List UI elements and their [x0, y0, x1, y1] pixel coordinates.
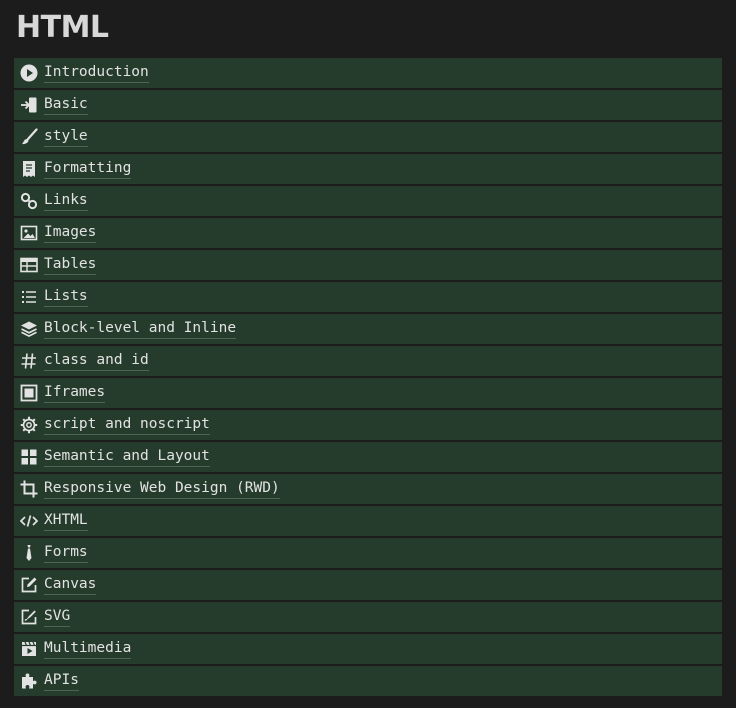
menu-item-apis[interactable]: APIs	[14, 666, 722, 696]
menu-item-images[interactable]: Images	[14, 218, 722, 248]
menu-item-label[interactable]: Block-level and Inline	[44, 319, 237, 339]
list-icon	[14, 282, 44, 312]
menu-item-svg[interactable]: SVG	[14, 602, 722, 632]
menu-item-label[interactable]: XHTML	[44, 511, 88, 531]
menu-item-label[interactable]: Responsive Web Design (RWD)	[44, 479, 280, 499]
menu-item-label[interactable]: Iframes	[44, 383, 106, 403]
tie-icon	[14, 538, 44, 568]
menu-item-label[interactable]: Links	[44, 191, 88, 211]
menu-item-script-and-noscript[interactable]: script and noscript	[14, 410, 722, 440]
menu-item-iframes[interactable]: Iframes	[14, 378, 722, 408]
menu-item-label[interactable]: Tables	[44, 255, 97, 275]
menu-item-lists[interactable]: Lists	[14, 282, 722, 312]
receipt-icon	[14, 154, 44, 184]
menu-item-label[interactable]: Forms	[44, 543, 88, 563]
edit-square-icon	[14, 570, 44, 600]
paint-brush-icon	[14, 122, 44, 152]
link-icon	[14, 186, 44, 216]
menu-item-label[interactable]: Multimedia	[44, 639, 132, 659]
menu-item-label[interactable]: class and id	[44, 351, 149, 371]
menu-item-label[interactable]: Semantic and Layout	[44, 447, 210, 467]
sign-in-icon	[14, 90, 44, 120]
menu-item-xhtml[interactable]: XHTML	[14, 506, 722, 536]
menu-item-label[interactable]: Formatting	[44, 159, 132, 179]
code-icon	[14, 506, 44, 536]
hashtag-icon	[14, 346, 44, 376]
menu-item-label[interactable]: script and noscript	[44, 415, 210, 435]
menu-item-label[interactable]: Images	[44, 223, 97, 243]
menu-item-basic[interactable]: Basic	[14, 90, 722, 120]
menu-item-canvas[interactable]: Canvas	[14, 570, 722, 600]
menu-item-responsive-web-design[interactable]: Responsive Web Design (RWD)	[14, 474, 722, 504]
menu-item-label[interactable]: SVG	[44, 607, 71, 627]
menu-item-introduction[interactable]: Introduction	[14, 58, 722, 88]
film-play-icon	[14, 634, 44, 664]
menu-item-label[interactable]: Basic	[44, 95, 88, 115]
signature-pen-icon	[14, 602, 44, 632]
menu-item-semantic-and-layout[interactable]: Semantic and Layout	[14, 442, 722, 472]
menu-item-label[interactable]: Canvas	[44, 575, 97, 595]
menu-item-block-level-and-inline[interactable]: Block-level and Inline	[14, 314, 722, 344]
menu-item-style[interactable]: style	[14, 122, 722, 152]
table-icon	[14, 250, 44, 280]
layers-icon	[14, 314, 44, 344]
grid-icon	[14, 442, 44, 472]
menu-item-label[interactable]: APIs	[44, 671, 79, 691]
gear-icon	[14, 410, 44, 440]
crop-icon	[14, 474, 44, 504]
play-circle-icon	[14, 58, 44, 88]
topic-menu: Introduction Basic style Formatting Link…	[14, 58, 722, 698]
menu-item-formatting[interactable]: Formatting	[14, 154, 722, 184]
menu-item-links[interactable]: Links	[14, 186, 722, 216]
puzzle-icon	[14, 666, 44, 696]
menu-item-tables[interactable]: Tables	[14, 250, 722, 280]
image-icon	[14, 218, 44, 248]
menu-item-label[interactable]: style	[44, 127, 88, 147]
menu-item-multimedia[interactable]: Multimedia	[14, 634, 722, 664]
menu-item-label[interactable]: Lists	[44, 287, 88, 307]
menu-item-class-and-id[interactable]: class and id	[14, 346, 722, 376]
window-frame-icon	[14, 378, 44, 408]
menu-item-forms[interactable]: Forms	[14, 538, 722, 568]
page-title: HTML	[16, 10, 109, 45]
menu-item-label[interactable]: Introduction	[44, 63, 149, 83]
